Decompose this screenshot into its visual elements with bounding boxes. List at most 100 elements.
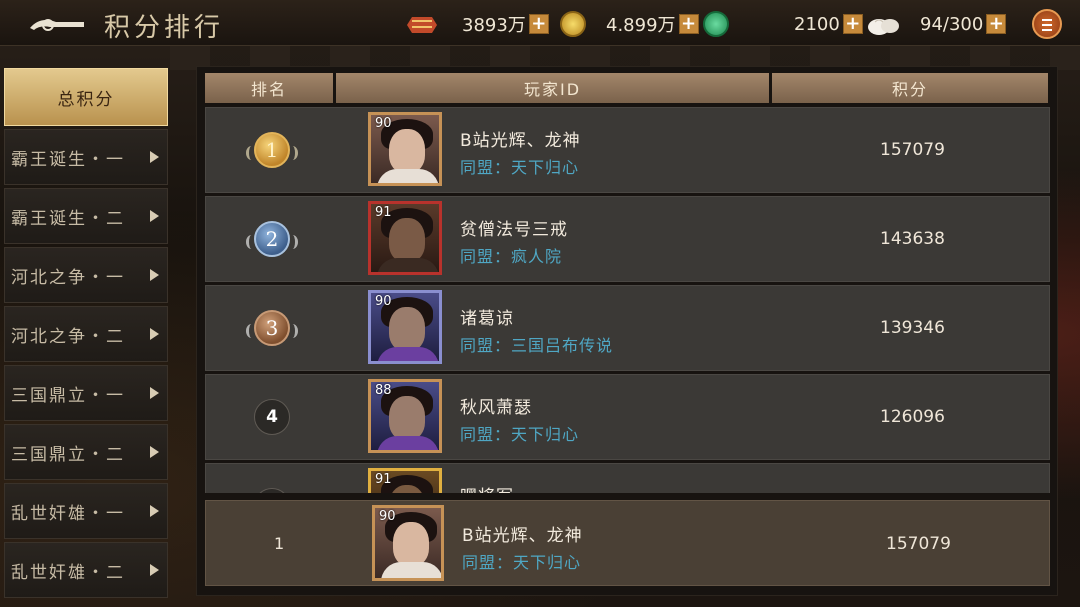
header-player: 玩家ID <box>336 73 769 103</box>
player-guild: 同盟：三国吕布传说 <box>460 336 614 355</box>
sidebar-item-hebei-1[interactable]: 河北之争・一 <box>4 247 168 303</box>
steamed-bun-icon <box>867 19 899 35</box>
rank-cell: 3 <box>246 308 298 348</box>
gold-add-button[interactable]: + <box>528 14 549 34</box>
arrow-right-icon <box>150 269 159 281</box>
ranking-panel: 排名 玩家ID 积分 1 90 B站光辉、龙神 同盟：天下归心 157079 2… <box>196 66 1058 596</box>
player-name: 嘿将军 <box>460 482 514 493</box>
player-name: 诸葛谅 <box>460 309 514 329</box>
arrow-right-icon <box>150 387 159 399</box>
my-name: B站光辉、龙神 <box>462 526 583 546</box>
sidebar-item-chaos-hero-2[interactable]: 乱世奸雄・二 <box>4 542 168 598</box>
copper-resource: 4.899万 + <box>560 10 729 38</box>
player-level: 91 <box>375 205 392 220</box>
page-title: 积分排行 <box>104 13 225 43</box>
arrow-right-icon <box>150 505 159 517</box>
sidebar-item-label: 河北之争・二 <box>11 326 125 347</box>
player-name: B站光辉、龙神 <box>460 131 581 151</box>
gold-medal-icon: 1 <box>246 132 298 168</box>
player-name: 秋风萧瑟 <box>460 398 532 418</box>
player-guild: 同盟：天下归心 <box>460 158 580 177</box>
my-score: 157079 <box>886 534 951 554</box>
gold-resource: 3893万 + <box>404 10 549 38</box>
back-button[interactable] <box>26 12 88 34</box>
table-header: 排名 玩家ID 积分 <box>205 73 1048 103</box>
stamina-resource: 94/300 + <box>920 10 1007 38</box>
bronze-medal-icon: 3 <box>246 310 298 346</box>
player-score: 126096 <box>880 407 945 427</box>
sidebar-item-label: 霸王诞生・二 <box>11 208 125 229</box>
copper-coin-icon <box>560 11 586 37</box>
sidebar-item-total[interactable]: 总积分 <box>4 68 168 126</box>
arrow-right-icon <box>150 328 159 340</box>
sidebar-item-label: 乱世奸雄・一 <box>11 503 125 524</box>
arrow-right-icon <box>150 210 159 222</box>
sidebar-item-hebei-2[interactable]: 河北之争・二 <box>4 306 168 362</box>
sidebar-item-three-kingdoms-1[interactable]: 三国鼎立・一 <box>4 365 168 421</box>
player-level: 91 <box>375 472 392 487</box>
arrow-right-icon <box>150 446 159 458</box>
ranking-list[interactable]: 1 90 B站光辉、龙神 同盟：天下归心 157079 2 91 贫僧法号三戒 … <box>205 107 1050 493</box>
header-rank: 排名 <box>205 73 333 103</box>
table-row[interactable]: 2 91 贫僧法号三戒 同盟：疯人院 143638 <box>205 196 1050 282</box>
avatar[interactable]: 90 <box>368 290 442 364</box>
back-arrow-icon <box>30 19 84 31</box>
gold-amount: 3893万 <box>462 15 526 36</box>
my-guild: 同盟：天下归心 <box>462 553 582 572</box>
arrow-right-icon <box>150 564 159 576</box>
player-name: 贫僧法号三戒 <box>460 220 568 240</box>
avatar[interactable]: 90 <box>368 112 442 186</box>
table-row[interactable]: 5 91 嘿将军 <box>205 463 1050 493</box>
sidebar-item-label: 总积分 <box>57 89 115 110</box>
player-guild: 同盟：天下归心 <box>460 425 580 444</box>
stamina-amount: 94/300 <box>920 13 984 35</box>
sidebar-item-overlord-2[interactable]: 霸王诞生・二 <box>4 188 168 244</box>
player-score: 157079 <box>880 140 945 160</box>
table-row[interactable]: 4 88 秋风萧瑟 同盟：天下归心 126096 <box>205 374 1050 460</box>
player-level: 90 <box>375 294 392 309</box>
stamina-add-button[interactable]: + <box>986 14 1007 34</box>
arrow-right-icon <box>150 151 159 163</box>
silver-medal-icon: 2 <box>246 221 298 257</box>
menu-button[interactable] <box>1032 9 1062 39</box>
avatar[interactable]: 91 <box>368 201 442 275</box>
avatar[interactable]: 91 <box>368 468 442 493</box>
table-row[interactable]: 1 90 B站光辉、龙神 同盟：天下归心 157079 <box>205 107 1050 193</box>
top-bar: 积分排行 3893万 + 4.899万 + 2100 + 94/300 + <box>0 0 1080 46</box>
sidebar-item-overlord-1[interactable]: 霸王诞生・一 <box>4 129 168 185</box>
avatar[interactable]: 88 <box>368 379 442 453</box>
rank-cell: 5 <box>252 486 292 493</box>
sidebar-item-label: 三国鼎立・一 <box>11 385 125 406</box>
copper-add-button[interactable]: + <box>678 14 699 34</box>
player-score: 139346 <box>880 318 945 338</box>
sidebar-item-label: 乱世奸雄・二 <box>11 562 125 583</box>
my-rank-row: 1 90 B站光辉、龙神 同盟：天下归心 157079 <box>205 500 1050 586</box>
my-level: 90 <box>379 509 396 524</box>
sidebar-item-label: 霸王诞生・一 <box>11 149 125 170</box>
jade-resource: 2100 + <box>794 10 901 38</box>
menu-icon <box>1042 19 1052 21</box>
copper-amount: 4.899万 <box>606 15 676 36</box>
rank-cell: 1 <box>246 130 298 170</box>
player-level: 88 <box>375 383 392 398</box>
player-guild: 同盟：疯人院 <box>460 247 563 266</box>
sidebar-item-chaos-hero-1[interactable]: 乱世奸雄・一 <box>4 483 168 539</box>
rank-badge: 5 <box>254 488 290 493</box>
table-row[interactable]: 3 90 诸葛谅 同盟：三国吕布传说 139346 <box>205 285 1050 371</box>
sidebar-item-label: 三国鼎立・二 <box>11 444 125 465</box>
sidebar-item-three-kingdoms-2[interactable]: 三国鼎立・二 <box>4 424 168 480</box>
rank-cell: 4 <box>252 397 292 437</box>
rank-cell: 2 <box>246 219 298 259</box>
header-score: 积分 <box>772 73 1048 103</box>
jade-coin-icon <box>702 11 729 37</box>
gold-ingot-icon <box>407 17 437 33</box>
my-avatar[interactable]: 90 <box>372 505 444 581</box>
my-rank: 1 <box>274 534 285 553</box>
sidebar: 总积分 霸王诞生・一 霸王诞生・二 河北之争・一 河北之争・二 三国鼎立・一 三… <box>4 68 168 607</box>
player-score: 143638 <box>880 229 945 249</box>
player-level: 90 <box>375 116 392 131</box>
rank-badge: 4 <box>254 399 290 435</box>
jade-add-button[interactable]: + <box>842 14 863 34</box>
sidebar-item-label: 河北之争・一 <box>11 267 125 288</box>
jade-amount: 2100 <box>794 13 840 35</box>
